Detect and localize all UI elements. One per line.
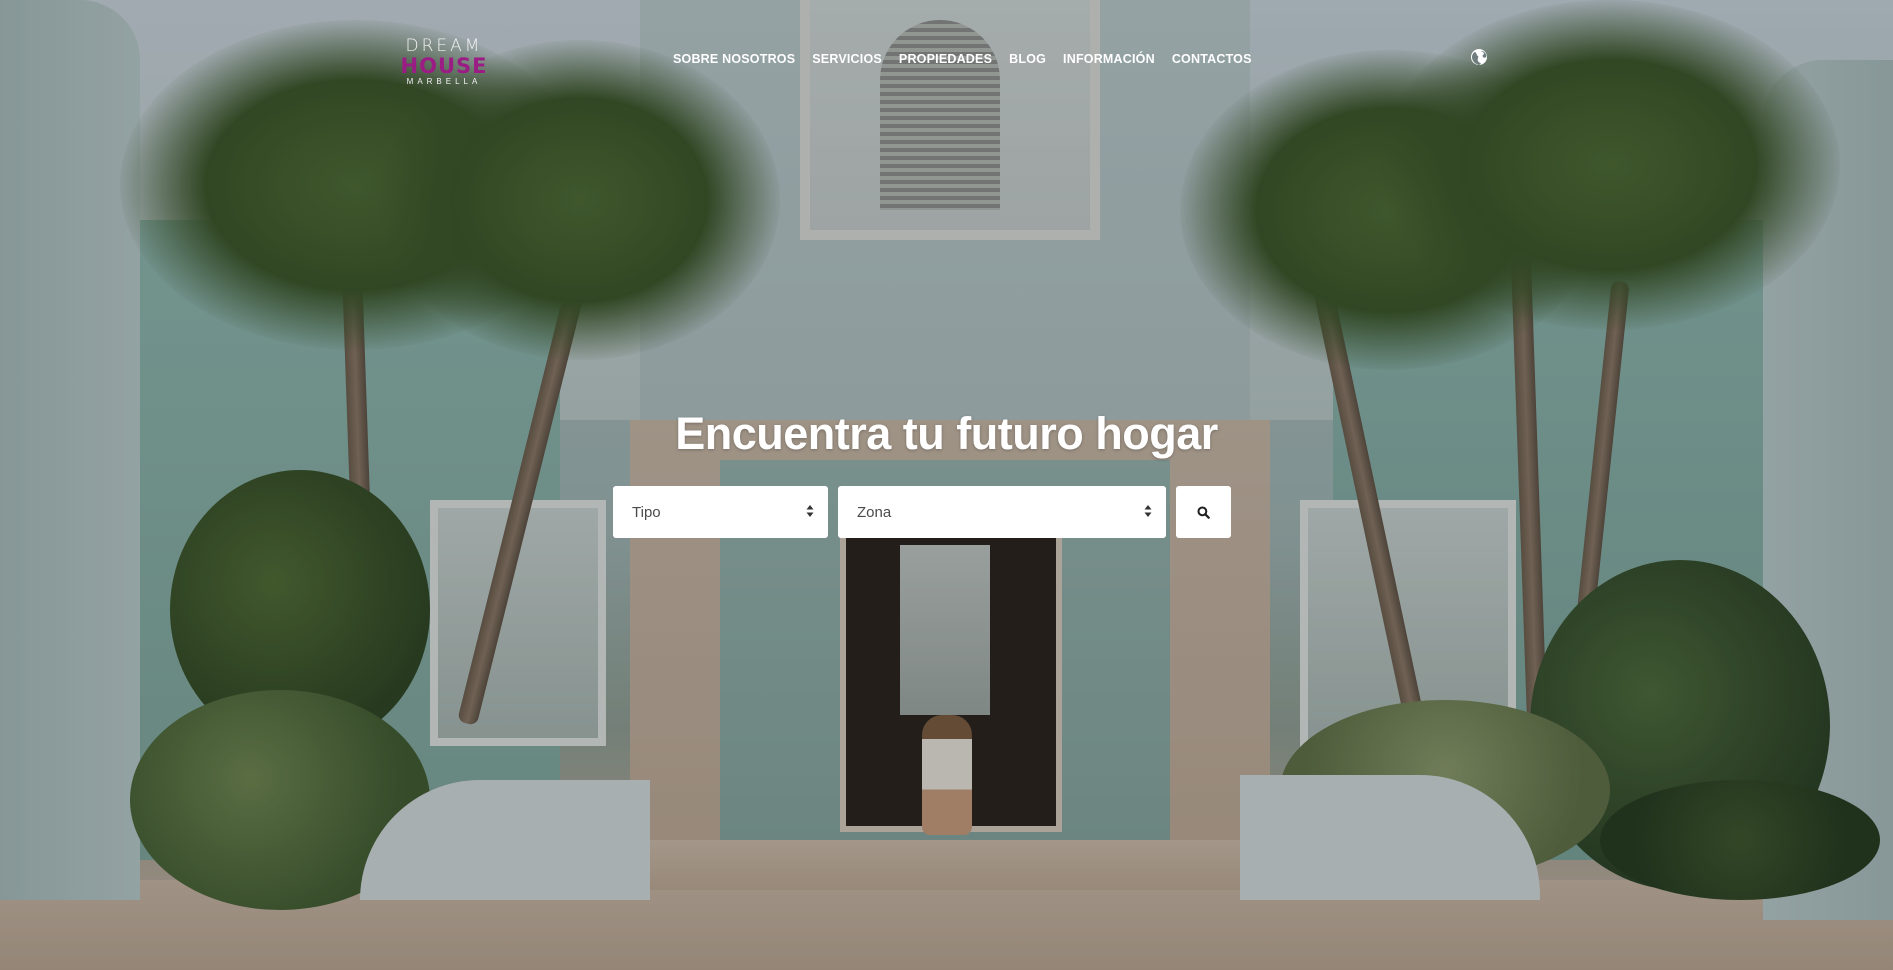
hero-section: DREAM HOUSE MARBELLA SOBRE NOSOTROS SERV… <box>0 0 1893 970</box>
nav-link-sobre-nosotros[interactable]: SOBRE NOSOTROS <box>673 52 795 66</box>
globe-icon[interactable] <box>1470 48 1488 66</box>
nav-link-propiedades[interactable]: PROPIEDADES <box>899 52 992 66</box>
zona-select[interactable]: Zona <box>838 486 1166 538</box>
nav-item: PROPIEDADES <box>899 52 1009 66</box>
nav-item: CONTACTOS <box>1172 52 1269 66</box>
background-dark-overlay <box>0 0 1893 970</box>
tipo-select[interactable]: Tipo <box>613 486 828 538</box>
nav-link-informacion[interactable]: INFORMACIÓN <box>1063 52 1155 66</box>
tipo-select-value: Tipo <box>632 503 661 521</box>
logo-line-dream: DREAM <box>405 36 483 56</box>
site-logo[interactable]: DREAM HOUSE MARBELLA <box>396 38 492 86</box>
logo-line-house: HOUSE <box>400 54 488 78</box>
nav-item: SERVICIOS <box>812 52 899 66</box>
nav-list: SOBRE NOSOTROS SERVICIOS PROPIEDADES BLO… <box>673 52 1269 66</box>
search-button[interactable] <box>1176 486 1231 538</box>
select-sort-icon <box>1144 505 1152 517</box>
nav-item: INFORMACIÓN <box>1063 52 1172 66</box>
nav-link-blog[interactable]: BLOG <box>1009 52 1046 66</box>
nav-item: BLOG <box>1009 52 1063 66</box>
select-sort-icon <box>806 505 814 517</box>
nav-link-contactos[interactable]: CONTACTOS <box>1172 52 1252 66</box>
nav-link-servicios[interactable]: SERVICIOS <box>812 52 882 66</box>
hero-headline: Encuentra tu futuro hogar <box>675 408 1218 459</box>
search-icon <box>1197 505 1210 519</box>
nav-item: SOBRE NOSOTROS <box>673 52 812 66</box>
logo-line-marbella: MARBELLA <box>406 77 482 86</box>
zona-select-value: Zona <box>857 503 892 521</box>
